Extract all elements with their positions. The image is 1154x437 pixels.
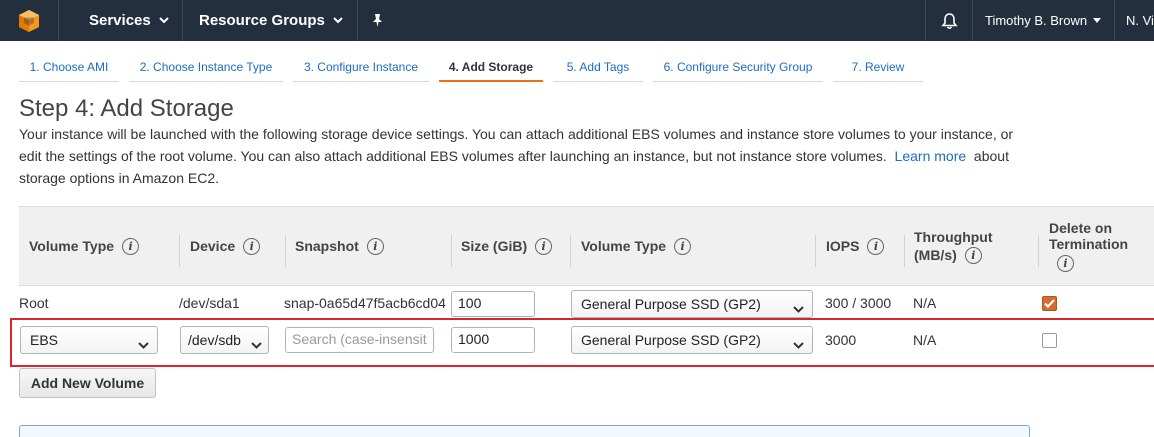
header-delete-on-termination: Delete on Termination i [1039,207,1154,285]
description-line-2: edit the settings of the root volume. Yo… [19,145,1049,167]
root-volume-type: Root [19,295,49,311]
resource-groups-label: Resource Groups [199,12,325,29]
select-value: EBS [30,332,59,348]
tab-choose-instance-type[interactable]: 2. Choose Instance Type [129,56,283,82]
nav-divider [357,0,358,41]
ebs-delete-checkbox[interactable] [1042,333,1057,348]
info-icon[interactable]: i [867,237,885,255]
info-icon[interactable]: i [535,237,553,255]
header-label: Delete on [1049,220,1113,236]
region-menu[interactable]: N. Vi [1126,0,1154,41]
info-icon[interactable]: i [964,246,982,264]
learn-more-link[interactable]: Learn more [895,148,967,164]
info-icon[interactable]: i [366,237,384,255]
chevron-down-icon [138,336,149,352]
ebs-volume-type-select[interactable]: EBS [20,326,158,354]
header-snapshot: Snapshot i [285,207,451,285]
header-throughput: Throughput (MB/s) i [904,207,1038,285]
select-value: /dev/sdb [188,332,241,348]
chevron-down-icon [793,300,804,316]
description-text: edit the settings of the root volume. Yo… [19,148,887,164]
root-size-input[interactable]: 100 [451,291,535,317]
header-throughput-line-2: (MB/s) i [914,246,993,264]
account-menu[interactable]: Timothy B. Brown [985,0,1102,41]
info-icon[interactable]: i [674,237,692,255]
page-title: Step 4: Add Storage [19,95,234,122]
services-menu[interactable]: Services [89,0,169,41]
add-new-volume-button[interactable]: Add New Volume [19,368,156,398]
header-label: (MB/s) [914,247,957,263]
header-delete-info: i [1049,254,1128,272]
root-volume-type-select[interactable]: General Purpose SSD (GP2) [571,290,813,318]
root-throughput: N/A [913,295,937,311]
info-panel [19,425,1030,437]
header-device: Device i [180,207,285,285]
description-line-1: Your instance will be launched with the … [19,126,1014,142]
chevron-down-icon [793,336,804,352]
header-delete-label: Delete on Termination i [1049,220,1128,272]
ebs-throughput: N/A [913,332,937,348]
caret-down-icon [1093,18,1102,23]
tab-review[interactable]: 7. Review [833,56,923,82]
header-volume-type: Volume Type i [19,207,179,285]
tab-configure-security-group[interactable]: 6. Configure Security Group [653,56,823,82]
header-label: Throughput [914,228,993,245]
storage-table-header: Volume Type i Device i Snapshot i Size (… [19,206,1154,286]
header-throughput-label: Throughput (MB/s) i [914,229,993,264]
nav-divider [1114,0,1115,41]
resource-groups-menu[interactable]: Resource Groups [199,0,343,41]
header-label: Volume Type [29,238,115,254]
select-value: General Purpose SSD (GP2) [581,332,761,348]
chevron-down-icon [251,336,262,352]
header-label: Device [190,238,236,254]
chevron-down-icon [159,17,169,24]
tab-choose-ami[interactable]: 1. Choose AMI [19,56,119,82]
info-icon[interactable]: i [243,237,261,255]
ebs-snapshot-search-input[interactable]: Search (case-insensit [285,327,434,353]
ebs-size-input[interactable]: 1000 [451,327,535,353]
header-volume-type-2: Volume Type i [571,207,815,285]
ebs-volume-type-select-2[interactable]: General Purpose SSD (GP2) [571,326,813,354]
tab-configure-instance[interactable]: 3. Configure Instance [293,56,429,82]
info-icon[interactable]: i [1057,255,1074,272]
page-description: Your instance will be launched with the … [19,123,1049,189]
header-label: Volume Type [581,238,667,254]
services-label: Services [89,12,151,29]
header-label: Termination [1049,236,1129,252]
select-value: General Purpose SSD (GP2) [581,296,761,312]
root-snapshot: snap-0a65d47f5acb6cd04 [284,295,446,311]
nav-divider [58,0,59,41]
tab-add-tags[interactable]: 5. Add Tags [553,56,643,82]
description-about: about [973,148,1009,164]
description-line-3: storage options in Amazon EC2. [19,170,220,186]
info-icon[interactable]: i [122,237,140,255]
pin-icon[interactable] [371,0,384,41]
aws-logo-icon[interactable] [0,0,58,41]
bell-icon[interactable] [941,0,958,41]
header-iops: IOPS i [816,207,904,285]
chevron-down-icon [333,17,343,24]
root-device: /dev/sda1 [179,295,240,311]
ebs-iops: 3000 [825,332,857,348]
root-iops: 300 / 3000 [825,295,892,311]
nav-divider [925,0,926,41]
header-size: Size (GiB) i [451,207,571,285]
root-delete-checkbox[interactable] [1042,296,1057,311]
nav-divider [972,0,973,41]
tab-add-storage[interactable]: 4. Add Storage [439,56,543,82]
header-label: Snapshot [295,238,359,254]
nav-divider [182,0,183,41]
top-nav-bar: Services Resource Groups Timothy B. Brow… [0,0,1154,41]
ebs-device-select[interactable]: /dev/sdb [180,326,269,354]
region-label: N. Vi [1126,13,1154,28]
header-label: Size (GiB) [461,238,528,254]
header-label: IOPS [826,238,860,254]
checkmark-icon [1044,299,1055,308]
account-name: Timothy B. Brown [985,13,1088,28]
